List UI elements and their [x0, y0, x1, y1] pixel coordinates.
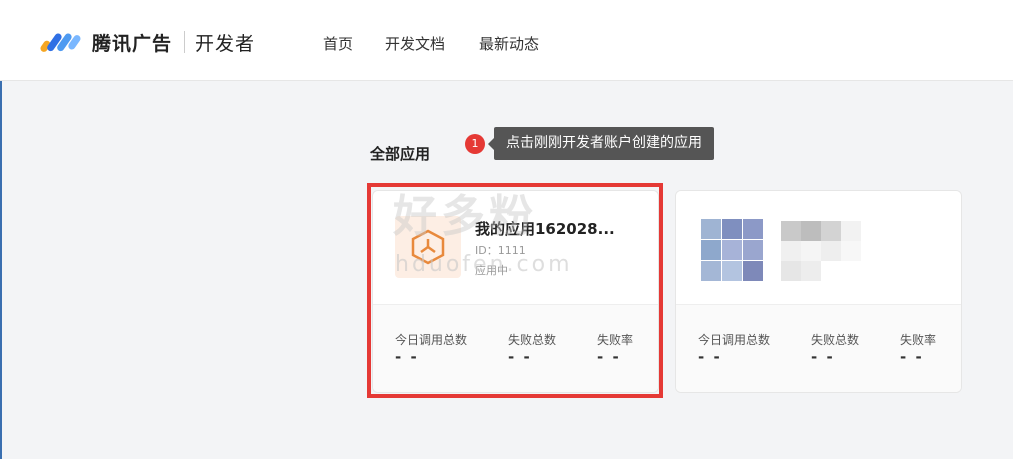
- stat-value-failures: - -: [811, 348, 835, 366]
- stat-value-failure-rate: - -: [900, 348, 924, 366]
- brand-name[interactable]: 腾讯广告: [92, 29, 172, 56]
- app-icon-box: [395, 216, 461, 278]
- stat-value-failures: - -: [508, 348, 532, 366]
- stat-label-failure-rate: 失败率: [900, 333, 937, 347]
- app-status: 应用中: [475, 264, 508, 277]
- brand-divider: [184, 31, 185, 53]
- step-number-badge: 1: [465, 134, 485, 154]
- section-title: 全部应用: [370, 145, 431, 163]
- stat-label-failure-rate: 失败率: [597, 333, 634, 347]
- top-navigation-bar: 腾讯广告 开发者 首页 开发文档 最新动态: [0, 0, 1013, 81]
- app-card[interactable]: 今日调用总数 - - 失败总数 - - 失败率 - -: [675, 190, 962, 393]
- app-name[interactable]: 我的应用162028...: [475, 218, 615, 239]
- stat-label-failures: 失败总数: [508, 333, 557, 347]
- tencent-ads-logo-icon[interactable]: [40, 28, 84, 54]
- guide-tooltip: 点击刚刚开发者账户创建的应用: [488, 127, 714, 160]
- blurred-app-icon: [701, 219, 763, 281]
- stat-label-calls: 今日调用总数: [698, 333, 771, 347]
- stat-label-calls: 今日调用总数: [395, 333, 468, 347]
- app-card-header: 我的应用162028... ID：1111 应用中: [373, 191, 658, 304]
- brand-subtitle[interactable]: 开发者: [195, 29, 255, 56]
- app-card[interactable]: 我的应用162028... ID：1111 应用中 今日调用总数 - - 失败总…: [372, 190, 659, 393]
- stat-value-calls: - -: [395, 348, 419, 366]
- stat-label-failures: 失败总数: [811, 333, 860, 347]
- app-id: ID：1111: [475, 244, 526, 257]
- nav-news[interactable]: 最新动态: [479, 33, 539, 54]
- blurred-app-info: [781, 221, 881, 281]
- stat-value-failure-rate: - -: [597, 348, 621, 366]
- cube-icon: [411, 229, 445, 265]
- stat-value-calls: - -: [698, 348, 722, 366]
- app-card-header: [676, 191, 961, 304]
- nav-docs[interactable]: 开发文档: [385, 33, 445, 54]
- nav-home[interactable]: 首页: [323, 33, 353, 54]
